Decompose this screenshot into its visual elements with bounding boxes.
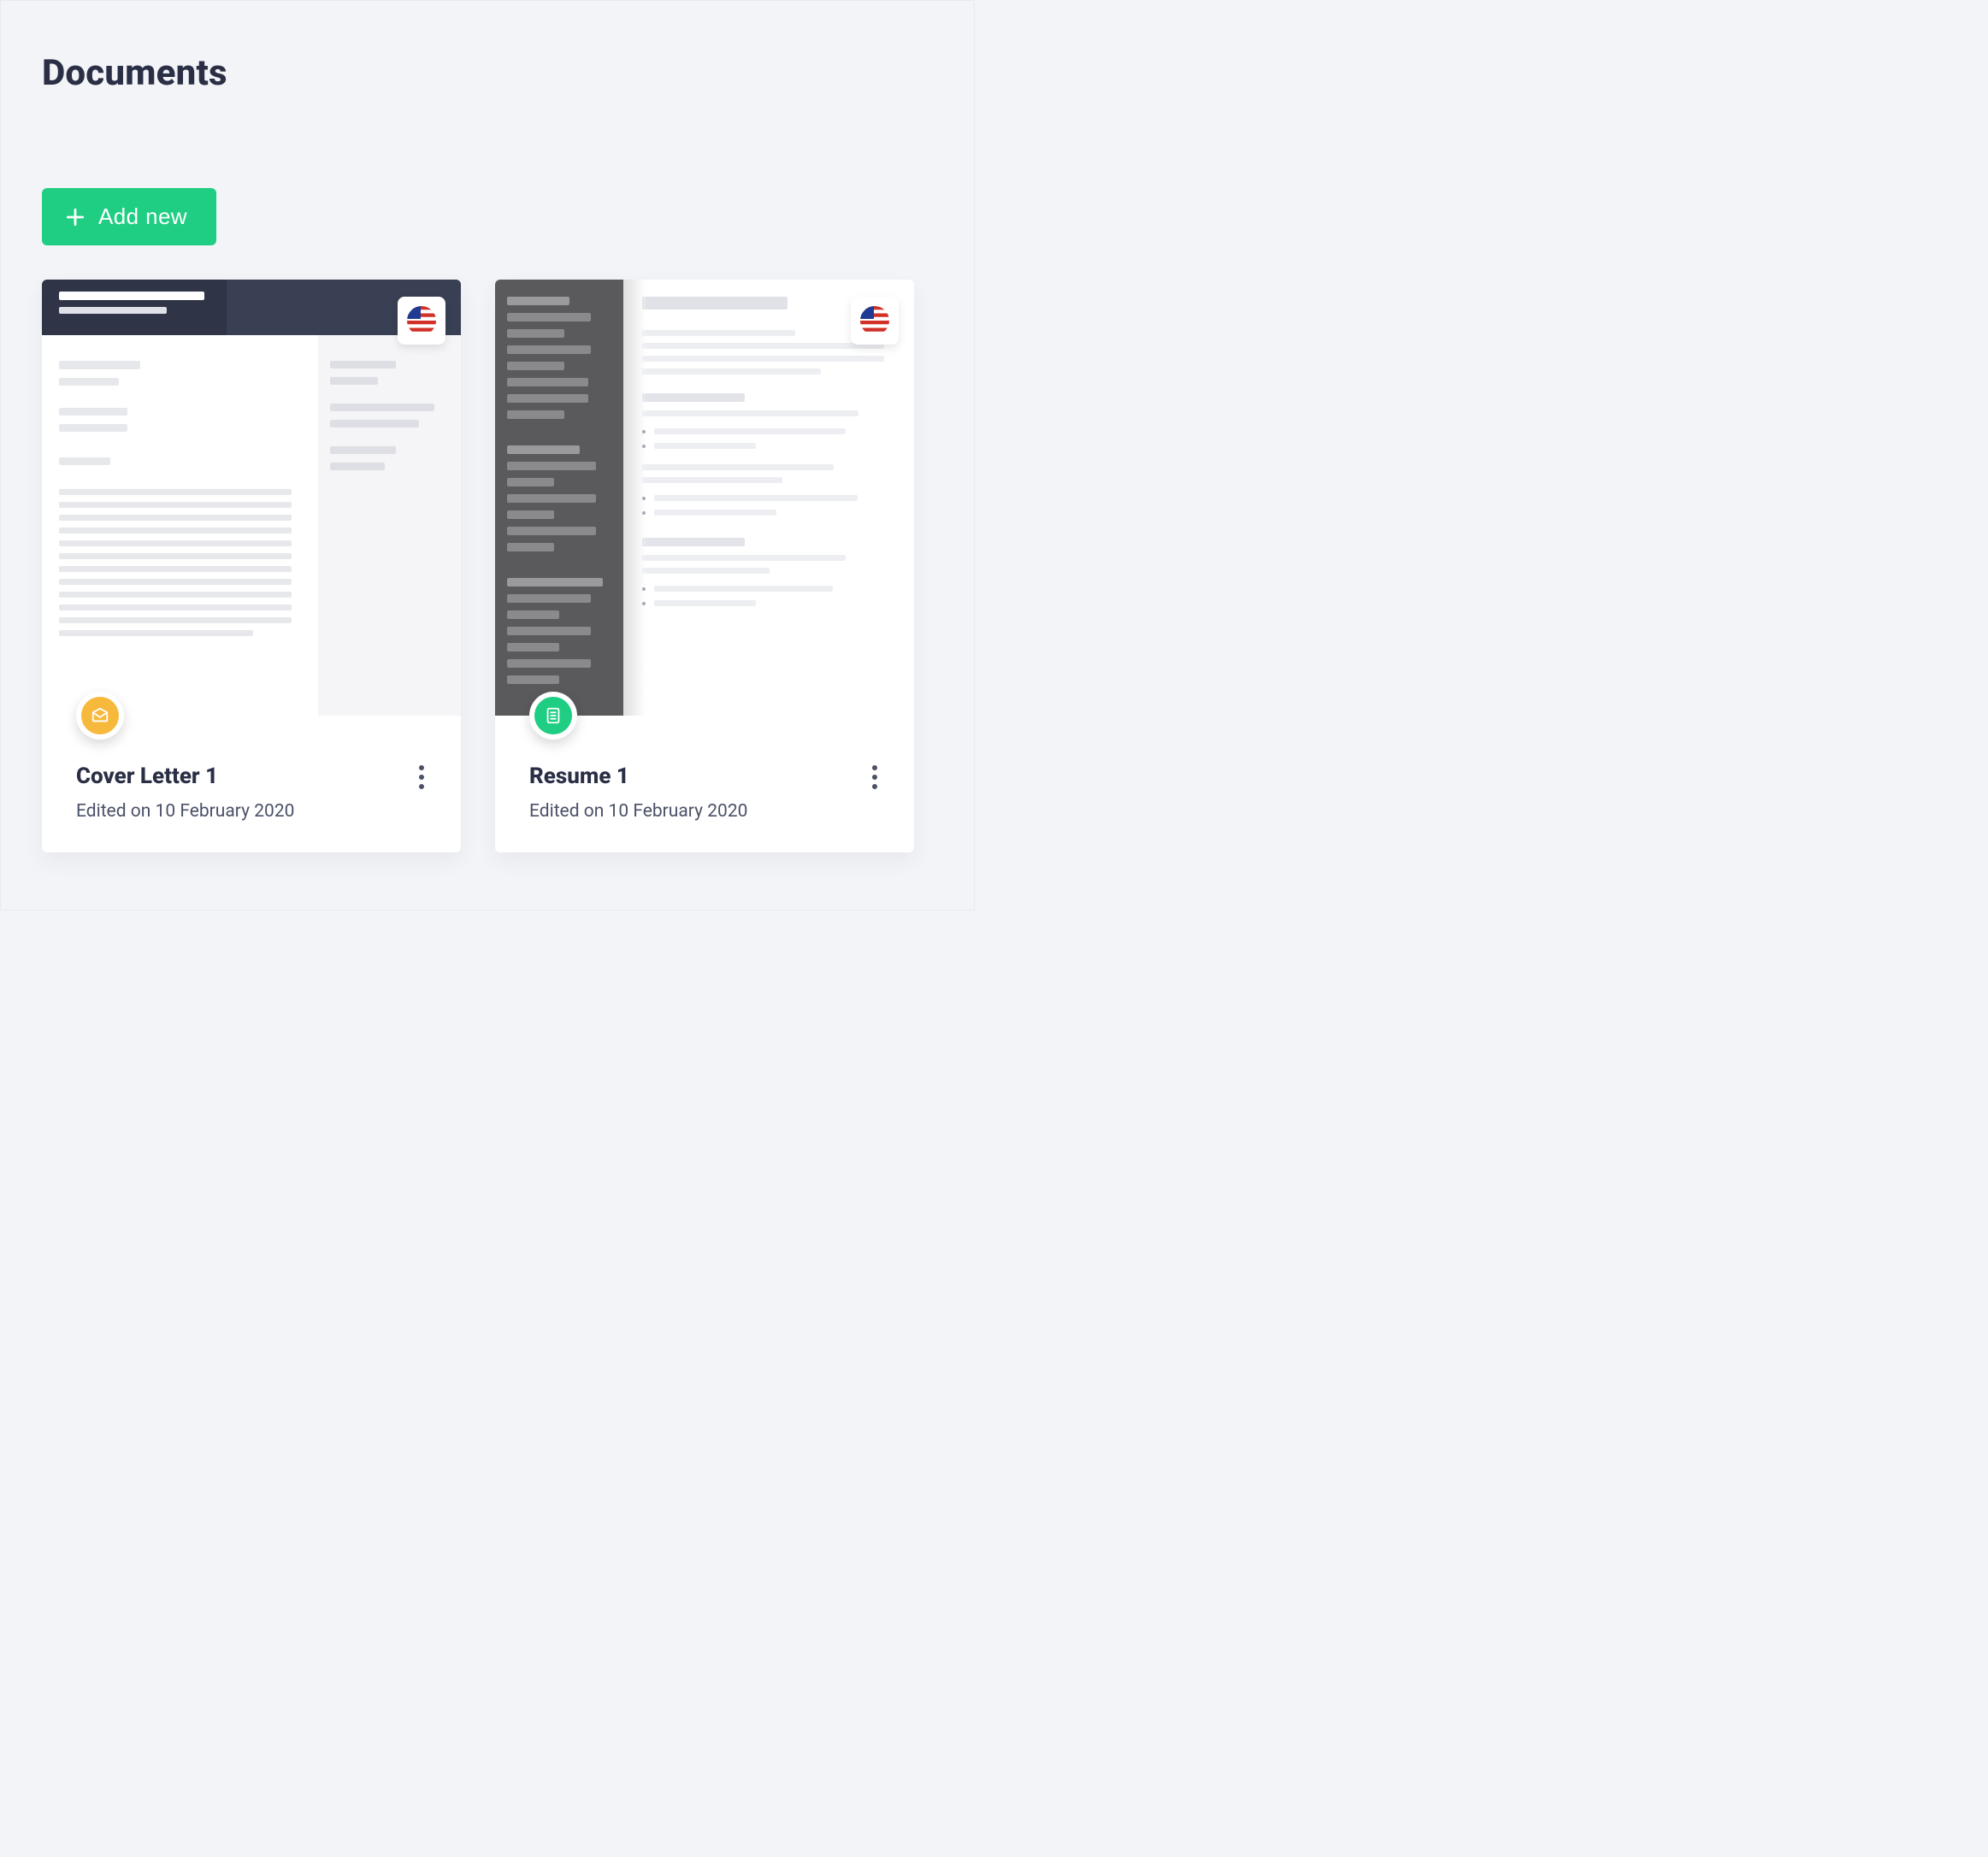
locale-flag-badge — [398, 297, 445, 345]
add-new-button[interactable]: Add new — [42, 188, 216, 245]
document-title: Cover Letter 1 — [76, 763, 430, 789]
documents-grid: Cover Letter 1 Edited on 10 February 202… — [42, 280, 933, 852]
document-more-button[interactable] — [861, 760, 888, 794]
document-card: Cover Letter 1 Edited on 10 February 202… — [42, 280, 461, 852]
locale-flag-badge — [851, 297, 899, 345]
add-new-label: Add new — [98, 203, 187, 230]
document-type-badge — [76, 692, 124, 740]
us-flag-icon — [407, 306, 436, 335]
document-card: Resume 1 Edited on 10 February 2020 — [495, 280, 914, 852]
document-thumbnail[interactable] — [42, 280, 461, 716]
document-card-footer: Resume 1 Edited on 10 February 2020 — [495, 716, 914, 852]
document-icon — [544, 706, 563, 725]
page-title: Documents — [42, 52, 933, 94]
plus-icon — [64, 206, 86, 228]
envelope-icon — [91, 706, 109, 725]
document-card-footer: Cover Letter 1 Edited on 10 February 202… — [42, 716, 461, 852]
document-edited-label: Edited on 10 February 2020 — [529, 801, 883, 822]
document-thumbnail[interactable] — [495, 280, 914, 716]
documents-page: Documents Add new — [0, 0, 975, 911]
us-flag-icon — [860, 306, 889, 335]
document-type-badge — [529, 692, 577, 740]
document-more-button[interactable] — [408, 760, 435, 794]
document-title: Resume 1 — [529, 763, 883, 789]
document-edited-label: Edited on 10 February 2020 — [76, 801, 430, 822]
